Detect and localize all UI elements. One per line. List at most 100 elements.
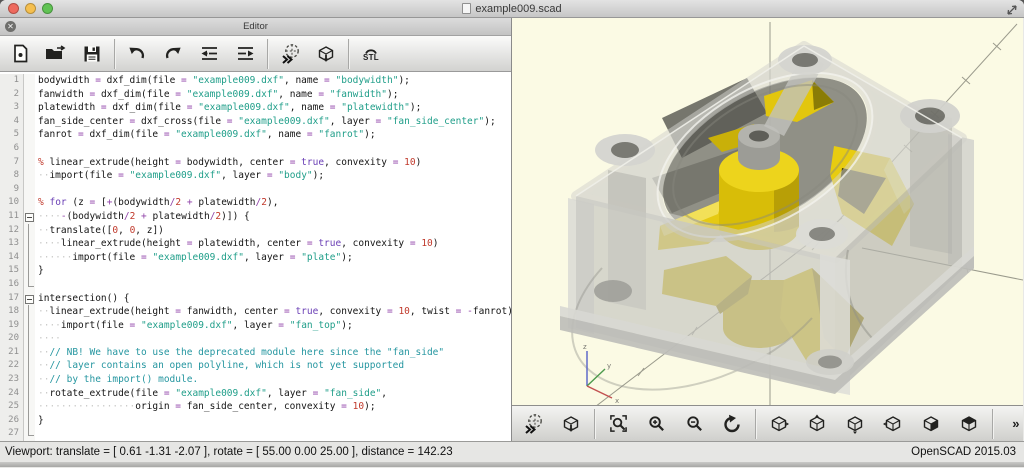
view-right-icon	[769, 414, 789, 434]
new-file-button[interactable]	[4, 37, 36, 71]
toolbar-separator	[594, 409, 595, 439]
main-split: ✕ Editor STL 1 bodywidth = dxf_dim(file =…	[0, 18, 1024, 441]
minimize-window-button[interactable]	[25, 3, 36, 14]
zoom-all-button[interactable]	[601, 407, 635, 441]
line-number: 1	[0, 74, 24, 88]
code-line[interactable]: 14······import(file = "example009.dxf", …	[0, 251, 511, 265]
zoom-all-icon	[609, 414, 628, 433]
line-number: 25	[0, 400, 24, 414]
code-text	[35, 278, 38, 292]
view-right-button[interactable]	[762, 407, 796, 441]
code-line[interactable]: 6	[0, 142, 511, 156]
code-line[interactable]: 7% linear_extrude(height = bodywidth, ce…	[0, 156, 511, 170]
view-front-button[interactable]	[914, 407, 948, 441]
fold-guide	[24, 387, 35, 401]
editor-panel: ✕ Editor STL 1 bodywidth = dxf_dim(file =…	[0, 18, 512, 441]
code-text: ··// NB! We have to use the deprecated m…	[35, 346, 444, 360]
view-bottom-button[interactable]	[838, 407, 872, 441]
window-titlebar[interactable]: example009.scad	[0, 0, 1024, 18]
viewport-panel[interactable]: z y x »	[512, 18, 1023, 441]
zoom-out-button[interactable]	[677, 407, 711, 441]
overflow-button[interactable]: »	[999, 407, 1024, 441]
code-text: bodywidth = dxf_dim(file = "example009.d…	[35, 74, 410, 88]
code-line[interactable]: 25·················origin = fan_side_cen…	[0, 400, 511, 414]
render-button[interactable]	[310, 37, 342, 71]
line-number: 4	[0, 115, 24, 129]
indent-button[interactable]	[229, 37, 261, 71]
export-stl-label: STL	[363, 54, 379, 62]
code-line[interactable]: 17intersection() {	[0, 292, 511, 306]
line-number: 11	[0, 210, 24, 224]
view-left-icon	[883, 414, 903, 434]
line-number: 12	[0, 224, 24, 238]
code-text: }	[35, 264, 44, 278]
code-line[interactable]: 22··// layer contains an open polyline, …	[0, 359, 511, 373]
reset-view-button[interactable]	[715, 407, 749, 441]
3d-model	[560, 39, 974, 395]
redo-button[interactable]	[157, 37, 189, 71]
window-bottom-edge	[0, 462, 1024, 467]
line-number: 7	[0, 156, 24, 170]
code-line[interactable]: 16	[0, 278, 511, 292]
undo-button[interactable]	[121, 37, 153, 71]
line-number: 22	[0, 359, 24, 373]
unindent-button[interactable]	[193, 37, 225, 71]
editor-panel-header[interactable]: ✕ Editor	[0, 18, 511, 36]
fold-guide	[24, 88, 35, 102]
unindent-icon	[199, 45, 220, 62]
code-line[interactable]: 15}	[0, 264, 511, 278]
close-window-button[interactable]	[8, 3, 19, 14]
code-area[interactable]: 1 bodywidth = dxf_dim(file = "example009.…	[0, 72, 511, 441]
code-line[interactable]: 21··// NB! We have to use the deprecated…	[0, 346, 511, 360]
code-line[interactable]: 2fanwidth = dxf_dim(file = "example009.d…	[0, 88, 511, 102]
code-line[interactable]: 27	[0, 427, 511, 441]
fold-toggle[interactable]	[24, 210, 35, 224]
line-number: 17	[0, 292, 24, 306]
code-line[interactable]: 5fanrot = dxf_dim(file = "example009.dxf…	[0, 128, 511, 142]
fold-guide	[24, 156, 35, 170]
line-number: 14	[0, 251, 24, 265]
code-text: fanrot = dxf_dim(file = "example009.dxf"…	[35, 128, 376, 142]
line-number: 2	[0, 88, 24, 102]
code-line[interactable]: 3platewidth = dxf_dim(file = "example009…	[0, 101, 511, 115]
zoom-window-button[interactable]	[42, 3, 53, 14]
fold-toggle[interactable]	[24, 292, 35, 306]
code-line[interactable]: 20····	[0, 332, 511, 346]
new-file-icon	[12, 44, 29, 63]
preview-button[interactable]	[516, 407, 550, 441]
line-number: 15	[0, 264, 24, 278]
code-line[interactable]: 26}	[0, 414, 511, 428]
code-line[interactable]: 9	[0, 183, 511, 197]
save-file-button[interactable]	[76, 37, 108, 71]
code-line[interactable]: 10% for (z = [+(bodywidth/2 + platewidth…	[0, 196, 511, 210]
fold-guide	[24, 183, 35, 197]
open-file-button[interactable]	[40, 37, 72, 71]
line-number: 3	[0, 101, 24, 115]
export-stl-button[interactable]: STL	[355, 37, 387, 71]
code-line[interactable]: 1 bodywidth = dxf_dim(file = "example009.…	[0, 74, 511, 88]
view-back-button[interactable]	[952, 407, 986, 441]
code-line[interactable]: 18··linear_extrude(height = fanwidth, ce…	[0, 305, 511, 319]
zoom-in-icon	[647, 414, 666, 433]
toolbar-separator	[114, 39, 115, 69]
editor-close-button[interactable]: ✕	[5, 21, 16, 32]
code-line[interactable]: 23··// by the import() module.	[0, 373, 511, 387]
code-line[interactable]: 4fan_side_center = dxf_cross(file = "exa…	[0, 115, 511, 129]
code-line[interactable]: 12··translate([0, 0, z])	[0, 224, 511, 238]
code-line[interactable]: 8··import(file = "example009.dxf", layer…	[0, 169, 511, 183]
code-line[interactable]: 24··rotate_extrude(file = "example009.dx…	[0, 387, 511, 401]
zoom-in-button[interactable]	[639, 407, 673, 441]
axis-gizmo: z y x	[583, 343, 619, 405]
view-back-icon	[959, 414, 979, 434]
code-line[interactable]: 13····linear_extrude(height = platewidth…	[0, 237, 511, 251]
axis-label-z: z	[583, 343, 587, 351]
view-top-button[interactable]	[800, 407, 834, 441]
code-line[interactable]: 19····import(file = "example009.dxf", la…	[0, 319, 511, 333]
3d-scene[interactable]: z y x	[512, 18, 1023, 405]
view-left-button[interactable]	[876, 407, 910, 441]
line-number: 8	[0, 169, 24, 183]
line-number: 6	[0, 142, 24, 156]
render-button[interactable]	[554, 407, 588, 441]
code-line[interactable]: 11····-(bodywidth/2 + platewidth/2)]) {	[0, 210, 511, 224]
preview-button[interactable]	[274, 37, 306, 71]
